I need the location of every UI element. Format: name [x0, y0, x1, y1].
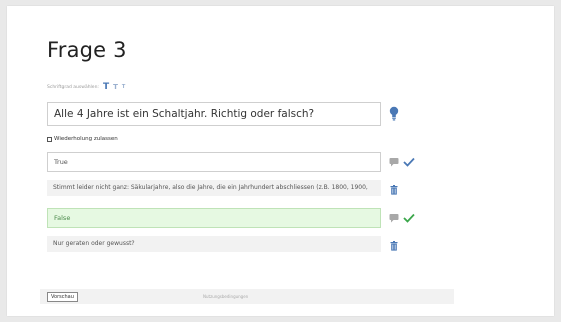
font-size-large-button[interactable]: T: [103, 82, 109, 92]
trash-icon[interactable]: [389, 185, 399, 195]
feedback-input-2[interactable]: Nur geraten oder gewusst?: [47, 236, 381, 252]
font-size-selector: Schriftgrad auswählen: T T T: [47, 81, 125, 93]
trash-icon[interactable]: [389, 241, 399, 251]
lightbulb-icon[interactable]: [389, 106, 399, 122]
repeat-checkbox[interactable]: [47, 136, 52, 142]
comment-icon[interactable]: [389, 213, 399, 223]
preview-button[interactable]: Vorschau: [47, 292, 78, 302]
mark-correct-icon[interactable]: [403, 157, 415, 167]
comment-icon[interactable]: [389, 157, 399, 167]
font-size-label: Schriftgrad auswählen:: [47, 84, 99, 90]
correct-answer-check-icon[interactable]: [403, 213, 415, 223]
answer-input-1[interactable]: True: [47, 152, 381, 172]
answer-input-2[interactable]: False: [47, 208, 381, 228]
question-editor-card: Frage 3 Schriftgrad auswählen: T T T All…: [7, 6, 554, 316]
font-size-small-button[interactable]: T: [122, 84, 125, 90]
font-size-medium-button[interactable]: T: [113, 83, 118, 91]
feedback-input-1[interactable]: Stimmt leider nicht ganz: Säkularjahre, …: [47, 180, 381, 196]
repeat-option[interactable]: Wiederholung zulassen: [47, 136, 118, 142]
page-title: Frage 3: [47, 38, 127, 62]
terms-link[interactable]: Nutzungsbedingungen: [203, 294, 248, 299]
question-input[interactable]: Alle 4 Jahre ist ein Schaltjahr. Richtig…: [47, 102, 381, 126]
footer-bar: Vorschau Nutzungsbedingungen: [40, 289, 454, 304]
repeat-label: Wiederholung zulassen: [54, 136, 118, 142]
